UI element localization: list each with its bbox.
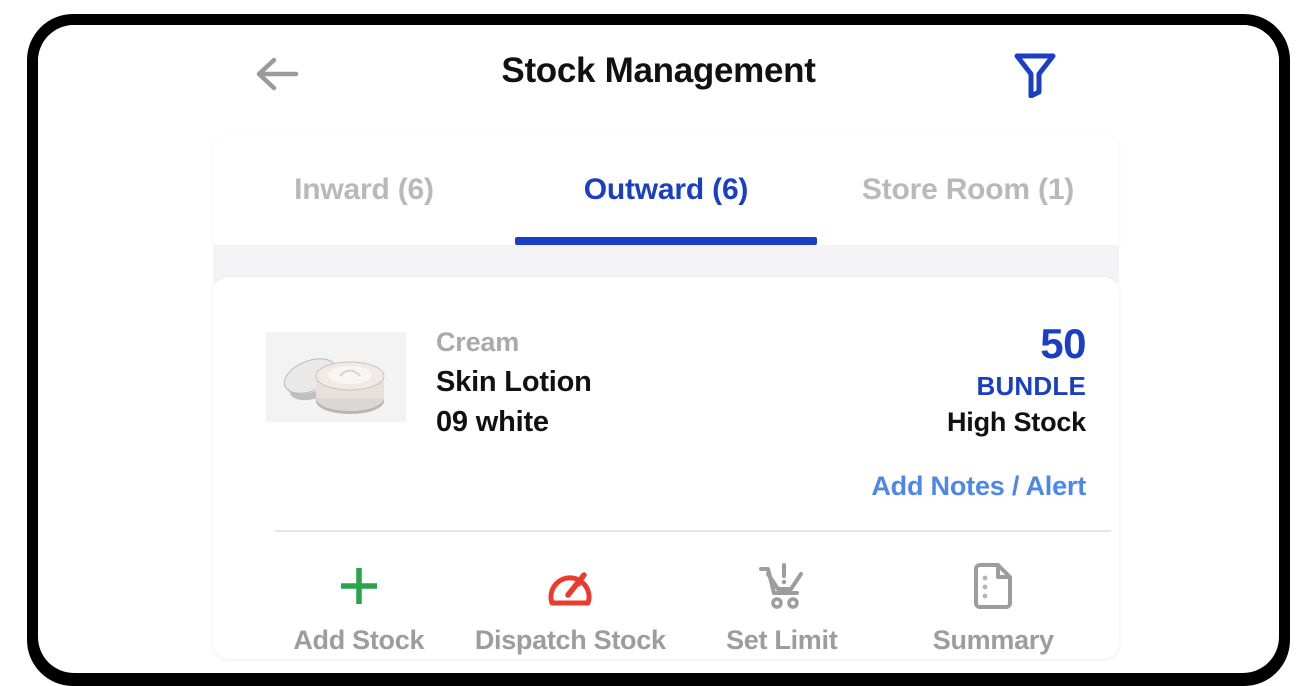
action-dispatch-stock[interactable]: Dispatch Stock	[465, 545, 677, 656]
product-card[interactable]: Cream Skin Lotion 09 white 50 BUNDLE Hig…	[213, 277, 1119, 659]
card-divider	[275, 530, 1111, 532]
action-add-stock-label: Add Stock	[293, 625, 425, 655]
action-summary[interactable]: Summary	[888, 545, 1100, 656]
add-notes-alert-link[interactable]: Add Notes / Alert	[871, 471, 1086, 502]
filter-button[interactable]	[1006, 47, 1064, 105]
stock-quantity: 50	[1040, 320, 1086, 367]
product-variant: 09 white	[436, 406, 549, 438]
action-summary-label: Summary	[932, 625, 1054, 655]
action-dispatch-stock-label: Dispatch Stock	[474, 625, 666, 655]
plus-icon	[336, 557, 382, 615]
product-category: Cream	[436, 327, 520, 357]
document-list-icon	[970, 557, 1016, 615]
tab-store-room[interactable]: Store Room (1)	[817, 135, 1119, 245]
action-bar: Add Stock Dispatch Stock Set Limit Summa…	[253, 545, 1099, 659]
action-add-stock[interactable]: Add Stock	[253, 545, 465, 656]
cart-alert-icon	[757, 557, 807, 615]
action-set-limit[interactable]: Set Limit	[676, 545, 888, 656]
filter-funnel-icon	[1013, 50, 1057, 103]
page-title: Stock Management	[501, 51, 816, 90]
product-row: Cream Skin Lotion 09 white 50 BUNDLE Hig…	[213, 277, 1119, 501]
stock-unit: BUNDLE	[976, 371, 1086, 401]
speedometer-icon	[544, 557, 596, 615]
product-info: Cream Skin Lotion 09 white	[436, 323, 866, 441]
product-thumbnail[interactable]	[266, 332, 406, 422]
app-header: Stock Management	[38, 25, 1279, 129]
action-set-limit-label: Set Limit	[726, 625, 838, 655]
tab-outward[interactable]: Outward (6)	[515, 135, 817, 245]
product-name: Skin Lotion	[436, 366, 592, 398]
tab-active-underline	[515, 237, 817, 245]
stock-summary: 50 BUNDLE High Stock	[946, 320, 1087, 439]
tabs-bar: Inward (6) Outward (6) Store Room (1)	[213, 135, 1119, 245]
tab-inward[interactable]: Inward (6)	[213, 135, 515, 245]
stock-status-badge: High Stock	[946, 407, 1086, 437]
tab-store-room-label: Store Room (1)	[861, 173, 1075, 206]
tab-inward-label: Inward (6)	[294, 173, 434, 206]
phone-screen: Stock Management Inward (6) Outward (6) …	[38, 25, 1279, 673]
tab-outward-label: Outward (6)	[583, 173, 749, 206]
phone-frame: Stock Management Inward (6) Outward (6) …	[27, 14, 1290, 686]
